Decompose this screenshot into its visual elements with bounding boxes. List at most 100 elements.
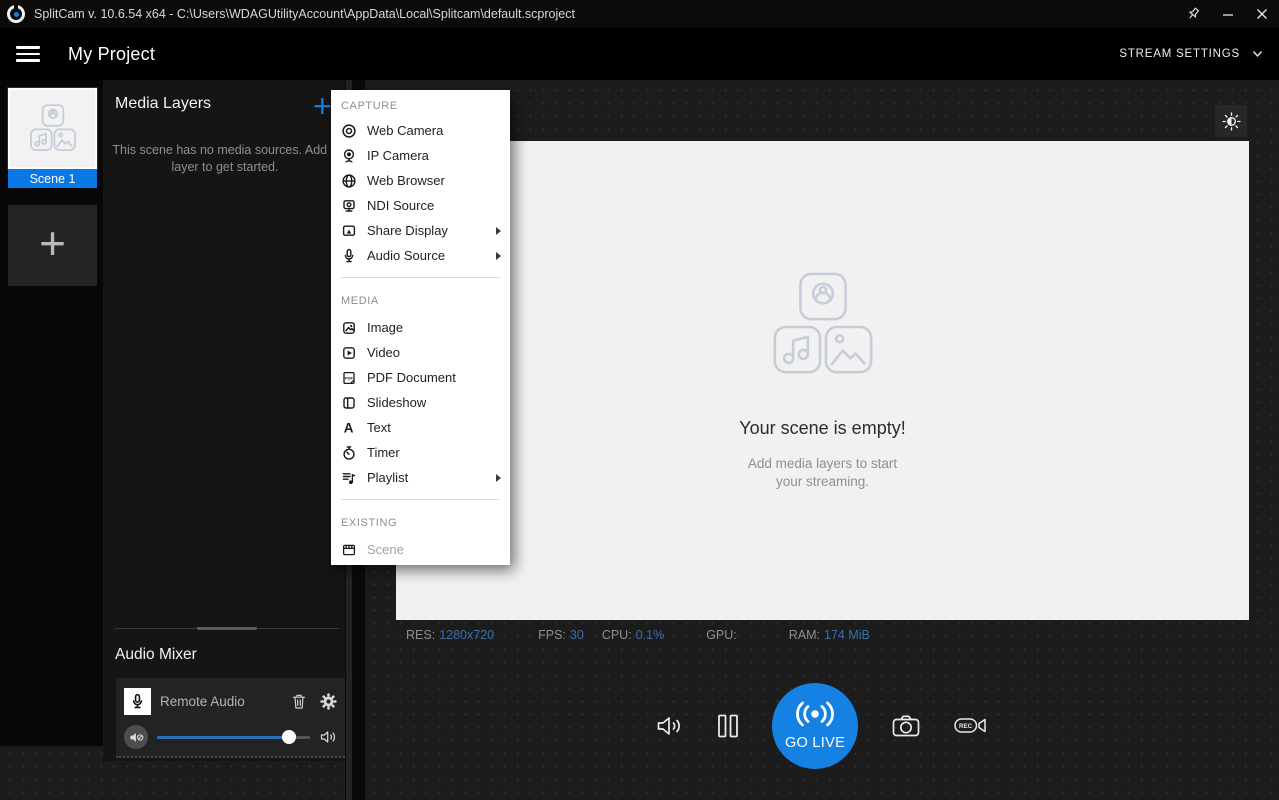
submenu-arrow-icon (496, 227, 501, 235)
speaker-icon (320, 730, 337, 744)
rec-icon: REC (954, 714, 988, 737)
res-label: RES: (406, 628, 435, 642)
plus-icon: + (39, 223, 66, 263)
submenu-arrow-icon (496, 474, 501, 482)
ndi-source-icon (341, 198, 357, 214)
speaker-icon (656, 714, 684, 738)
menu-section-capture: CAPTURE (331, 94, 510, 118)
go-live-label: GO LIVE (785, 735, 845, 751)
menu-item-web-browser[interactable]: Web Browser (331, 168, 510, 193)
scene-preview[interactable]: Your scene is empty! Add media layers to… (396, 141, 1249, 620)
menu-item-slideshow[interactable]: Slideshow (331, 390, 510, 415)
microphone-icon (124, 688, 151, 715)
menu-separator (341, 499, 500, 500)
volume-slider[interactable] (157, 736, 310, 739)
snapshot-button[interactable] (891, 713, 921, 738)
res-value: 1280x720 (439, 628, 494, 642)
splitcam-logo-icon (7, 5, 25, 23)
brightness-effects-button[interactable] (1215, 105, 1247, 137)
text-icon: A (341, 420, 357, 436)
status-bar: RES: 1280x720 FPS: 30 CPU: 0.1% GPU: RAM: 17… (406, 625, 1266, 645)
image-icon (341, 320, 357, 336)
pause-icon (717, 714, 739, 738)
share-display-icon (341, 223, 357, 239)
scene-placeholder-icon (26, 103, 80, 154)
web-camera-icon (341, 123, 357, 139)
audio-mixer-title: Audio Mixer (115, 646, 197, 664)
empty-scene-icon (764, 270, 882, 380)
gpu-label: GPU: (706, 628, 737, 642)
scenes-sidebar: Scene 1 + (0, 80, 103, 746)
fps-label: FPS: (538, 628, 566, 642)
submenu-arrow-icon (496, 252, 501, 260)
add-layer-menu: CAPTURE Web Camera IP Camera Web Browser… (331, 90, 510, 565)
record-button[interactable]: REC (954, 714, 988, 737)
camera-icon (891, 713, 921, 738)
add-layer-button[interactable]: + (313, 88, 332, 125)
chevron-down-icon (1252, 50, 1263, 58)
menu-item-ndi-source[interactable]: NDI Source (331, 193, 510, 218)
menu-section-media: MEDIA (331, 287, 510, 315)
media-layers-title: Media Layers (115, 95, 211, 113)
stream-settings-button[interactable]: STREAM SETTINGS (1119, 48, 1263, 60)
menu-item-timer[interactable]: Timer (331, 440, 510, 465)
stream-settings-label: STREAM SETTINGS (1119, 48, 1240, 60)
menu-separator (341, 277, 500, 278)
cpu-label: CPU: (602, 628, 632, 642)
media-layers-panel: Media Layers + This scene has no media s… (103, 80, 347, 761)
scene-label[interactable]: Scene 1 (8, 169, 97, 188)
audio-source-icon (341, 248, 357, 264)
fps-value: 30 (570, 628, 584, 642)
volume-slider-knob[interactable] (282, 730, 296, 744)
delete-audio-icon[interactable] (291, 693, 307, 710)
pdf-icon: PDF (341, 370, 357, 386)
menu-item-audio-source[interactable]: Audio Source (331, 243, 510, 268)
audio-source-name: Remote Audio (160, 694, 245, 709)
menu-item-video[interactable]: Video (331, 340, 510, 365)
audio-settings-gear-icon[interactable] (320, 693, 337, 710)
menu-item-scene[interactable]: Scene (331, 537, 510, 562)
brightness-icon (1222, 112, 1241, 131)
svg-text:PDF: PDF (345, 375, 354, 380)
scene-icon (341, 542, 357, 558)
scene-thumbnail[interactable] (8, 88, 97, 169)
cpu-value: 0.1% (636, 628, 665, 642)
pause-button[interactable] (717, 714, 739, 738)
menu-section-existing: EXISTING (331, 509, 510, 537)
svg-text:REC: REC (959, 723, 973, 730)
slideshow-icon (341, 395, 357, 411)
menu-item-pdf-document[interactable]: PDF PDF Document (331, 365, 510, 390)
web-browser-icon (341, 173, 357, 189)
audio-mixer-item: Remote Audio (116, 678, 345, 758)
media-layers-empty-text: This scene has no media sources. Add a l… (109, 142, 341, 176)
panel-resize-handle[interactable] (115, 628, 339, 629)
ram-label: RAM: (789, 628, 820, 642)
splitcam-window: SplitCam v. 10.6.54 x64 - C:\Users\WDAGU… (0, 0, 1279, 800)
menu-item-image[interactable]: Image (331, 315, 510, 340)
speaker-muted-icon (129, 731, 144, 744)
close-button[interactable] (1245, 0, 1279, 28)
mute-button[interactable] (124, 725, 148, 749)
ip-camera-icon (341, 148, 357, 164)
menu-hamburger-icon[interactable] (16, 46, 40, 62)
menu-item-share-display[interactable]: Share Display (331, 218, 510, 243)
timer-icon (341, 445, 357, 461)
svg-text:A: A (344, 420, 354, 435)
menu-item-web-camera[interactable]: Web Camera (331, 118, 510, 143)
playlist-icon (341, 470, 357, 486)
menu-item-playlist[interactable]: Playlist (331, 465, 510, 490)
pin-icon[interactable] (1177, 0, 1211, 28)
go-live-button[interactable]: GO LIVE (772, 683, 858, 769)
broadcast-icon (792, 700, 838, 728)
ram-value: 174 MiB (824, 628, 870, 642)
video-icon (341, 345, 357, 361)
add-scene-button[interactable]: + (8, 205, 97, 286)
stream-controls: GO LIVE REC (365, 678, 1279, 773)
menu-item-ip-camera[interactable]: IP Camera (331, 143, 510, 168)
project-title: My Project (68, 44, 155, 65)
menu-item-text[interactable]: A Text (331, 415, 510, 440)
audio-toggle-button[interactable] (656, 714, 684, 738)
empty-scene-title: Your scene is empty! (739, 418, 905, 439)
minimize-button[interactable] (1211, 0, 1245, 28)
titlebar: SplitCam v. 10.6.54 x64 - C:\Users\WDAGU… (0, 0, 1279, 28)
